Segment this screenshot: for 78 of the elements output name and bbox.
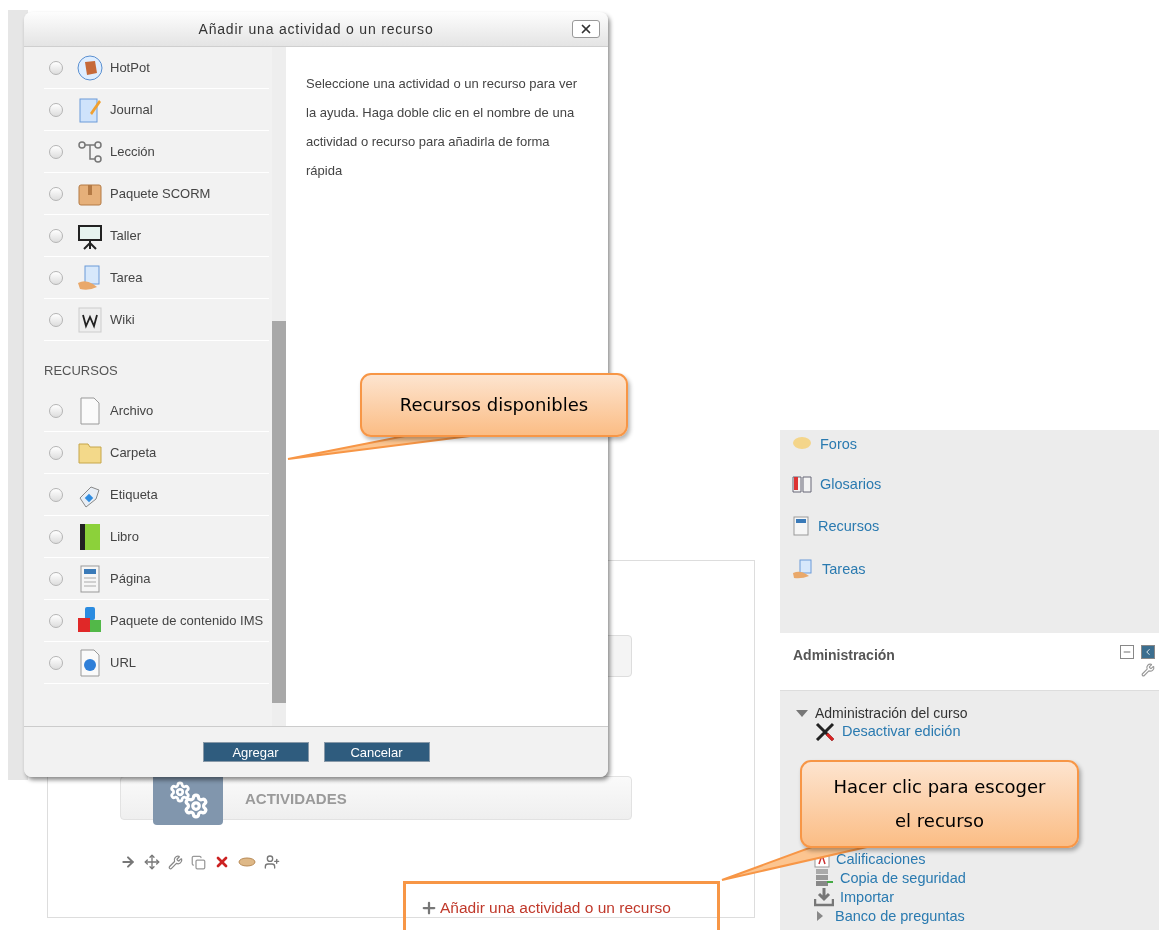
book-icon (77, 522, 103, 552)
close-button[interactable] (572, 20, 600, 38)
option-label[interactable]: Paquete de contenido IMS (110, 613, 264, 628)
document-pencil-icon (77, 95, 103, 125)
section-title: ACTIVIDADES (245, 789, 347, 807)
callout: Hacer clic para escoger el recurso (800, 760, 1079, 848)
tree-node-label[interactable]: Administración del curso (815, 705, 968, 721)
dialog-title: Añadir una actividad o un recurso (198, 21, 434, 37)
download-icon (814, 887, 834, 907)
delete-icon[interactable] (214, 854, 230, 870)
move-icon[interactable] (144, 854, 160, 870)
nav-link[interactable]: Recursos (818, 518, 880, 534)
nav-link[interactable]: Glosarios (820, 476, 882, 492)
add-activity-link[interactable]: Añadir una actividad o un recurso (420, 899, 671, 917)
radio-button[interactable] (49, 229, 63, 243)
option-label[interactable]: Carpeta (110, 445, 157, 460)
server-icon (814, 868, 834, 888)
option-label[interactable]: Wiki (110, 312, 135, 327)
radio-button[interactable] (49, 187, 63, 201)
page-icon (792, 516, 810, 536)
radio-button[interactable] (49, 530, 63, 544)
option-label[interactable]: Paquete SCORM (110, 186, 211, 201)
wrench-icon[interactable] (1141, 663, 1155, 677)
user-plus-icon[interactable] (264, 854, 280, 870)
tree-link[interactable]: Banco de preguntas (835, 908, 965, 924)
nav-link[interactable]: Foros (820, 436, 858, 452)
w-tile-icon (77, 305, 103, 335)
option-label[interactable]: Página (110, 571, 151, 586)
hand-document-icon (792, 559, 814, 579)
page-icon (77, 564, 103, 594)
option-label[interactable]: URL (110, 655, 136, 670)
dock-icon[interactable] (1141, 645, 1155, 659)
radio-button[interactable] (49, 145, 63, 159)
tree-link[interactable]: Calificaciones (836, 851, 926, 867)
radio-button[interactable] (49, 61, 63, 75)
hand-icon (77, 53, 103, 83)
cancel-button[interactable]: Cancelar (323, 742, 430, 762)
radio-button[interactable] (49, 656, 63, 670)
option-label[interactable]: Tarea (110, 270, 143, 285)
radio-button[interactable] (49, 271, 63, 285)
book-icon (792, 475, 812, 493)
tools-icon (814, 721, 836, 741)
collapse-icon[interactable] (1120, 645, 1134, 659)
radio-button[interactable] (49, 404, 63, 418)
tree-link[interactable]: Importar (840, 889, 894, 905)
globe-document-icon (77, 648, 103, 678)
scrollbar[interactable] (272, 47, 286, 726)
radio-button[interactable] (49, 313, 63, 327)
option-label[interactable]: Etiqueta (110, 487, 158, 502)
option-label[interactable]: HotPot (110, 60, 150, 75)
add-button[interactable]: Agregar (202, 742, 309, 762)
radio-button[interactable] (49, 488, 63, 502)
arrow-right-icon[interactable] (120, 854, 136, 870)
option-label[interactable]: Taller (110, 228, 142, 243)
help-text: Seleccione una actividad o un recurso para ver la ayuda. Haga doble clic en el nombre de una actividad o recurso para añadirla de forma rápida (306, 75, 578, 180)
nav-link[interactable]: Tareas (822, 561, 866, 577)
expand-icon[interactable] (817, 911, 823, 921)
plus-icon (420, 899, 438, 917)
tree-link[interactable]: Desactivar edición (842, 723, 961, 739)
close-icon (579, 22, 593, 36)
gears-icon (153, 777, 223, 825)
wrench-icon[interactable] (168, 854, 183, 870)
radio-button[interactable] (49, 446, 63, 460)
radio-button[interactable] (49, 103, 63, 117)
block-title: Administración (793, 647, 895, 663)
option-label[interactable]: Libro (110, 529, 139, 544)
radio-button[interactable] (49, 614, 63, 628)
tree-link[interactable]: Copia de seguridad (840, 870, 966, 886)
option-label[interactable]: Archivo (110, 403, 154, 418)
radio-button[interactable] (49, 572, 63, 586)
hand-document-icon (77, 263, 103, 293)
expand-icon[interactable] (796, 709, 808, 717)
callout: Recursos disponibles (360, 373, 628, 437)
file-icon (77, 396, 103, 426)
option-label[interactable]: Lección (110, 144, 155, 159)
copy-icon[interactable] (191, 854, 206, 870)
option-label[interactable]: Journal (110, 102, 153, 117)
group-heading: RECURSOS (44, 362, 119, 380)
